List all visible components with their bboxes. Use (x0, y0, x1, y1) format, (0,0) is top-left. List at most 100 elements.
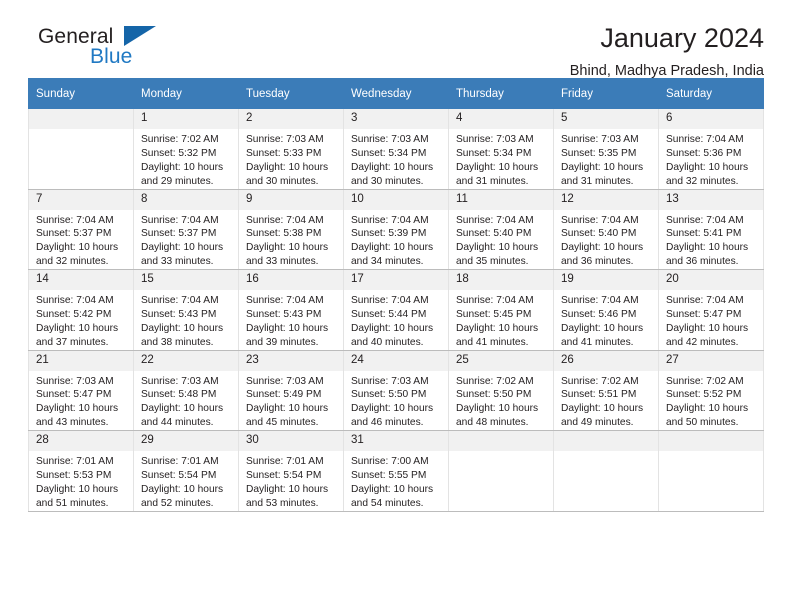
calendar-day-cell[interactable]: 5 Sunrise: 7:03 AM Sunset: 5:35 PM Daylight… (553, 108, 659, 190)
sunset-text: Sunset: 5:35 PM (561, 147, 637, 159)
daylight-text: Daylight: 10 hours and 53 minutes. (246, 483, 329, 509)
sunset-text: Sunset: 5:41 PM (666, 228, 742, 240)
calendar-day-cell[interactable]: 11 Sunrise: 7:04 AM Sunset: 5:40 PM Dayligh… (448, 189, 554, 270)
sunrise-text: Sunrise: 7:03 AM (141, 375, 219, 387)
calendar-week-row: 28 Sunrise: 7:01 AM Sunset: 5:53 PM Dayligh… (28, 430, 764, 512)
weekday-header-thursday: Thursday (448, 78, 554, 109)
day-number: 7 (29, 189, 133, 210)
daylight-text: Daylight: 10 hours and 39 minutes. (246, 322, 329, 348)
calendar-day-cell[interactable]: 27 Sunrise: 7:02 AM Sunset: 5:52 PM Dayligh… (658, 350, 764, 431)
sunrise-text: Sunrise: 7:04 AM (666, 295, 744, 306)
calendar-day-cell[interactable]: 8 Sunrise: 7:04 AM Sunset: 5:37 PM Daylight… (133, 189, 239, 270)
day-sun-info: Sunrise: 7:04 AM Sunset: 5:38 PM Daylight:… (239, 210, 343, 270)
sunrise-text: Sunrise: 7:04 AM (246, 295, 324, 306)
day-number: 15 (134, 270, 238, 290)
calendar-day-cell[interactable]: 25 Sunrise: 7:02 AM Sunset: 5:50 PM Dayligh… (448, 350, 554, 431)
calendar-day-cell[interactable]: 13 Sunrise: 7:04 AM Sunset: 5:41 PM Dayligh… (658, 189, 764, 270)
daylight-text: Daylight: 10 hours and 30 minutes. (246, 161, 329, 187)
calendar-day-cell[interactable]: 22 Sunrise: 7:03 AM Sunset: 5:48 PM Dayligh… (133, 350, 239, 431)
sunrise-text: Sunrise: 7:03 AM (246, 134, 324, 145)
sunrise-text: Sunrise: 7:02 AM (456, 375, 534, 387)
daylight-text: Daylight: 10 hours and 30 minutes. (351, 161, 434, 187)
calendar-day-cell-empty (658, 430, 764, 512)
sunrise-text: Sunrise: 7:03 AM (36, 375, 114, 387)
daylight-text: Daylight: 10 hours and 35 minutes. (456, 242, 539, 268)
sunrise-sunset-calendar-table: Sunday Monday Tuesday Wednesday Thursday Frid… (28, 78, 764, 512)
calendar-day-cell[interactable]: 20 Sunrise: 7:04 AM Sunset: 5:47 PM Dayligh… (658, 269, 764, 351)
calendar-day-cell[interactable]: 15 Sunrise: 7:04 AM Sunset: 5:43 PM Dayligh… (133, 269, 239, 351)
page-subtitle: Bhind, Madhya Pradesh, India (569, 62, 764, 79)
calendar-day-cell[interactable]: 28 Sunrise: 7:01 AM Sunset: 5:53 PM Dayligh… (28, 430, 134, 512)
sunset-text: Sunset: 5:40 PM (456, 228, 532, 240)
day-sun-info: Sunrise: 7:02 AM Sunset: 5:51 PM Daylight:… (554, 371, 658, 431)
daylight-text: Daylight: 10 hours and 49 minutes. (561, 403, 644, 429)
day-number: 6 (659, 109, 763, 129)
calendar-day-cell[interactable]: 31 Sunrise: 7:00 AM Sunset: 5:55 PM Dayligh… (343, 430, 449, 512)
calendar-head: Sunday Monday Tuesday Wednesday Thursday Frid… (28, 78, 764, 109)
sunrise-text: Sunrise: 7:04 AM (666, 214, 744, 226)
day-number: 25 (449, 350, 553, 371)
sunset-text: Sunset: 5:51 PM (561, 389, 637, 401)
sunrise-text: Sunrise: 7:04 AM (246, 214, 324, 226)
calendar-day-cell[interactable]: 12 Sunrise: 7:04 AM Sunset: 5:40 PM Dayligh… (553, 189, 659, 270)
calendar-day-cell[interactable]: 6 Sunrise: 7:04 AM Sunset: 5:36 PM Daylight… (658, 108, 764, 190)
generalblue-logo[interactable]: General Blue (28, 24, 188, 72)
sunrise-text: Sunrise: 7:00 AM (351, 456, 429, 467)
title-block: January 2024 Bhind, Madhya Pradesh, Indi… (569, 23, 764, 79)
day-sun-info: Sunrise: 7:04 AM Sunset: 5:41 PM Daylight:… (659, 210, 763, 270)
calendar-day-cell[interactable]: 17 Sunrise: 7:04 AM Sunset: 5:44 PM Dayligh… (343, 269, 449, 351)
sunrise-text: Sunrise: 7:04 AM (36, 295, 114, 306)
calendar-day-cell[interactable]: 9 Sunrise: 7:04 AM Sunset: 5:38 PM Daylight… (238, 189, 344, 270)
calendar-day-cell[interactable]: 30 Sunrise: 7:01 AM Sunset: 5:54 PM Dayligh… (238, 430, 344, 512)
day-number: 29 (134, 431, 238, 451)
calendar-day-cell[interactable]: 4 Sunrise: 7:03 AM Sunset: 5:34 PM Daylight… (448, 108, 554, 190)
calendar-day-cell[interactable]: 3 Sunrise: 7:03 AM Sunset: 5:34 PM Daylight… (343, 108, 449, 190)
weekday-header-monday: Monday (133, 78, 239, 109)
daylight-text: Daylight: 10 hours and 31 minutes. (561, 161, 644, 187)
calendar-day-cell[interactable]: 18 Sunrise: 7:04 AM Sunset: 5:45 PM Dayligh… (448, 269, 554, 351)
day-number: 1 (134, 109, 238, 129)
day-number: 11 (449, 189, 553, 210)
weekday-header-saturday: Saturday (658, 78, 764, 109)
sunrise-text: Sunrise: 7:02 AM (561, 375, 639, 387)
day-number: 2 (239, 109, 343, 129)
calendar-day-cell[interactable]: 29 Sunrise: 7:01 AM Sunset: 5:54 PM Dayligh… (133, 430, 239, 512)
calendar-day-cell[interactable]: 26 Sunrise: 7:02 AM Sunset: 5:51 PM Dayligh… (553, 350, 659, 431)
calendar-day-cell[interactable]: 16 Sunrise: 7:04 AM Sunset: 5:43 PM Dayligh… (238, 269, 344, 351)
sunset-text: Sunset: 5:47 PM (666, 308, 742, 320)
calendar-body: 1 Sunrise: 7:02 AM Sunset: 5:32 PM Daylight… (28, 108, 764, 512)
sunset-text: Sunset: 5:50 PM (351, 389, 427, 401)
day-number: 19 (554, 270, 658, 290)
calendar-day-cell[interactable]: 23 Sunrise: 7:03 AM Sunset: 5:49 PM Dayligh… (238, 350, 344, 431)
calendar-day-cell[interactable]: 21 Sunrise: 7:03 AM Sunset: 5:47 PM Dayligh… (28, 350, 134, 431)
day-sun-info: Sunrise: 7:04 AM Sunset: 5:46 PM Daylight:… (554, 290, 658, 350)
day-sun-info: Sunrise: 7:04 AM Sunset: 5:36 PM Daylight:… (659, 129, 763, 189)
daylight-text: Daylight: 10 hours and 46 minutes. (351, 403, 434, 429)
daylight-text: Daylight: 10 hours and 41 minutes. (456, 322, 539, 348)
day-sun-info: Sunrise: 7:03 AM Sunset: 5:35 PM Daylight:… (554, 129, 658, 189)
sunrise-text: Sunrise: 7:04 AM (141, 214, 219, 226)
calendar-day-cell[interactable]: 2 Sunrise: 7:03 AM Sunset: 5:33 PM Daylight… (238, 108, 344, 190)
day-sun-info: Sunrise: 7:04 AM Sunset: 5:40 PM Daylight:… (554, 210, 658, 270)
daylight-text: Daylight: 10 hours and 45 minutes. (246, 403, 329, 429)
day-sun-info: Sunrise: 7:02 AM Sunset: 5:50 PM Daylight:… (449, 371, 553, 431)
day-number: 10 (344, 189, 448, 210)
sunset-text: Sunset: 5:54 PM (246, 469, 322, 481)
calendar-day-cell[interactable]: 7 Sunrise: 7:04 AM Sunset: 5:37 PM Daylight… (28, 189, 134, 270)
sunrise-text: Sunrise: 7:02 AM (666, 375, 744, 387)
day-number: 24 (344, 350, 448, 371)
day-number: 27 (659, 350, 763, 371)
sunrise-text: Sunrise: 7:01 AM (141, 456, 219, 467)
sunset-text: Sunset: 5:48 PM (141, 389, 217, 401)
calendar-day-cell[interactable]: 10 Sunrise: 7:04 AM Sunset: 5:39 PM Dayligh… (343, 189, 449, 270)
daylight-text: Daylight: 10 hours and 51 minutes. (36, 483, 119, 509)
daylight-text: Daylight: 10 hours and 31 minutes. (456, 161, 539, 187)
calendar-day-cell[interactable]: 19 Sunrise: 7:04 AM Sunset: 5:46 PM Dayligh… (553, 269, 659, 351)
sunrise-text: Sunrise: 7:04 AM (456, 214, 534, 226)
calendar-day-cell[interactable]: 1 Sunrise: 7:02 AM Sunset: 5:32 PM Daylight… (133, 108, 239, 190)
calendar-day-cell[interactable]: 14 Sunrise: 7:04 AM Sunset: 5:42 PM Dayligh… (28, 269, 134, 351)
calendar-day-cell[interactable]: 24 Sunrise: 7:03 AM Sunset: 5:50 PM Dayligh… (343, 350, 449, 431)
day-sun-info: Sunrise: 7:04 AM Sunset: 5:42 PM Daylight:… (29, 290, 133, 350)
day-number: 3 (344, 109, 448, 129)
day-sun-info: Sunrise: 7:03 AM Sunset: 5:34 PM Daylight:… (449, 129, 553, 189)
